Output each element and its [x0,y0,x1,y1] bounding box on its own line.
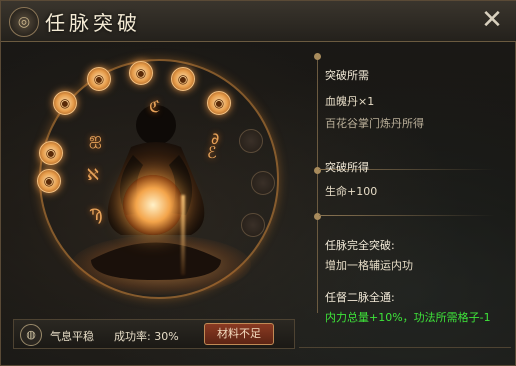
rune-glyph: ℵ [87,165,99,184]
success-rate: 成功率: 30% [114,330,179,343]
breakthrough-panel: ◎ 任脉突破 ✕ ◉ ◉ ◉ ◉ ◉ ◉ ◉ ℭ ஐ ∂ ℰ ℵ Ϡ 突破所需 … [0,0,516,366]
close-button[interactable]: ✕ [479,7,505,33]
acupoint-node[interactable]: ◉ [207,91,231,115]
acupoint-node[interactable]: ◉ [87,67,111,91]
dual-meridian-heading: 任督二脉全通: [325,291,395,304]
acupoint-node[interactable]: ◉ [171,67,195,91]
rune-glyph: Ϡ [89,205,103,224]
section-separator [319,215,495,216]
dual-meridian-value: 内力总量+10%，功法所需格子-1 [325,311,491,324]
status-bar: ◍ 气息平稳 成功率: 30% 材料不足 [13,319,295,349]
window-title: 任脉突破 [45,11,141,35]
qi-status: 气息平稳 [50,330,94,343]
rune-glyph: ℭ [149,97,161,116]
title-bar: ◎ 任脉突破 ✕ [1,1,516,42]
acupoint-node[interactable]: ◉ [129,61,153,85]
require-source: 百花谷掌门炼丹所得 [325,117,424,130]
acupoint-node[interactable]: ◉ [37,169,61,193]
require-item[interactable]: 血魄丹×1 [325,93,374,109]
energy-vortex [123,175,183,235]
full-breakthrough-heading: 任脉完全突破: [325,239,395,252]
acupoint-node[interactable]: ◉ [39,141,63,165]
meridian-emblem-icon: ◎ [9,7,39,37]
acupoint-node-locked[interactable] [239,129,263,153]
qi-icon: ◍ [20,324,42,346]
rune-glyph: ℰ [207,143,217,162]
meditation-illustration: ◉ ◉ ◉ ◉ ◉ ◉ ◉ ℭ ஐ ∂ ℰ ℵ Ϡ [11,45,301,315]
breakthrough-info: 突破所需 血魄丹×1 百花谷掌门炼丹所得 突破所得 生命+100 任脉完全突破:… [301,45,511,324]
full-breakthrough-value: 增加一格辅运内功 [325,259,413,272]
divider-dot [314,53,321,60]
acupoint-node[interactable]: ◉ [53,91,77,115]
gain-value: 生命+100 [325,185,378,198]
acupoint-node-locked[interactable] [251,171,275,195]
rune-glyph: ஐ [89,129,102,148]
gain-heading: 突破所得 [325,161,369,174]
acupoint-node-locked[interactable] [241,213,265,237]
insufficient-materials-button[interactable]: 材料不足 [204,323,274,345]
energy-beam [181,195,185,275]
bottom-divider [299,347,511,348]
require-heading: 突破所需 [325,69,369,82]
divider-vertical [317,53,318,313]
